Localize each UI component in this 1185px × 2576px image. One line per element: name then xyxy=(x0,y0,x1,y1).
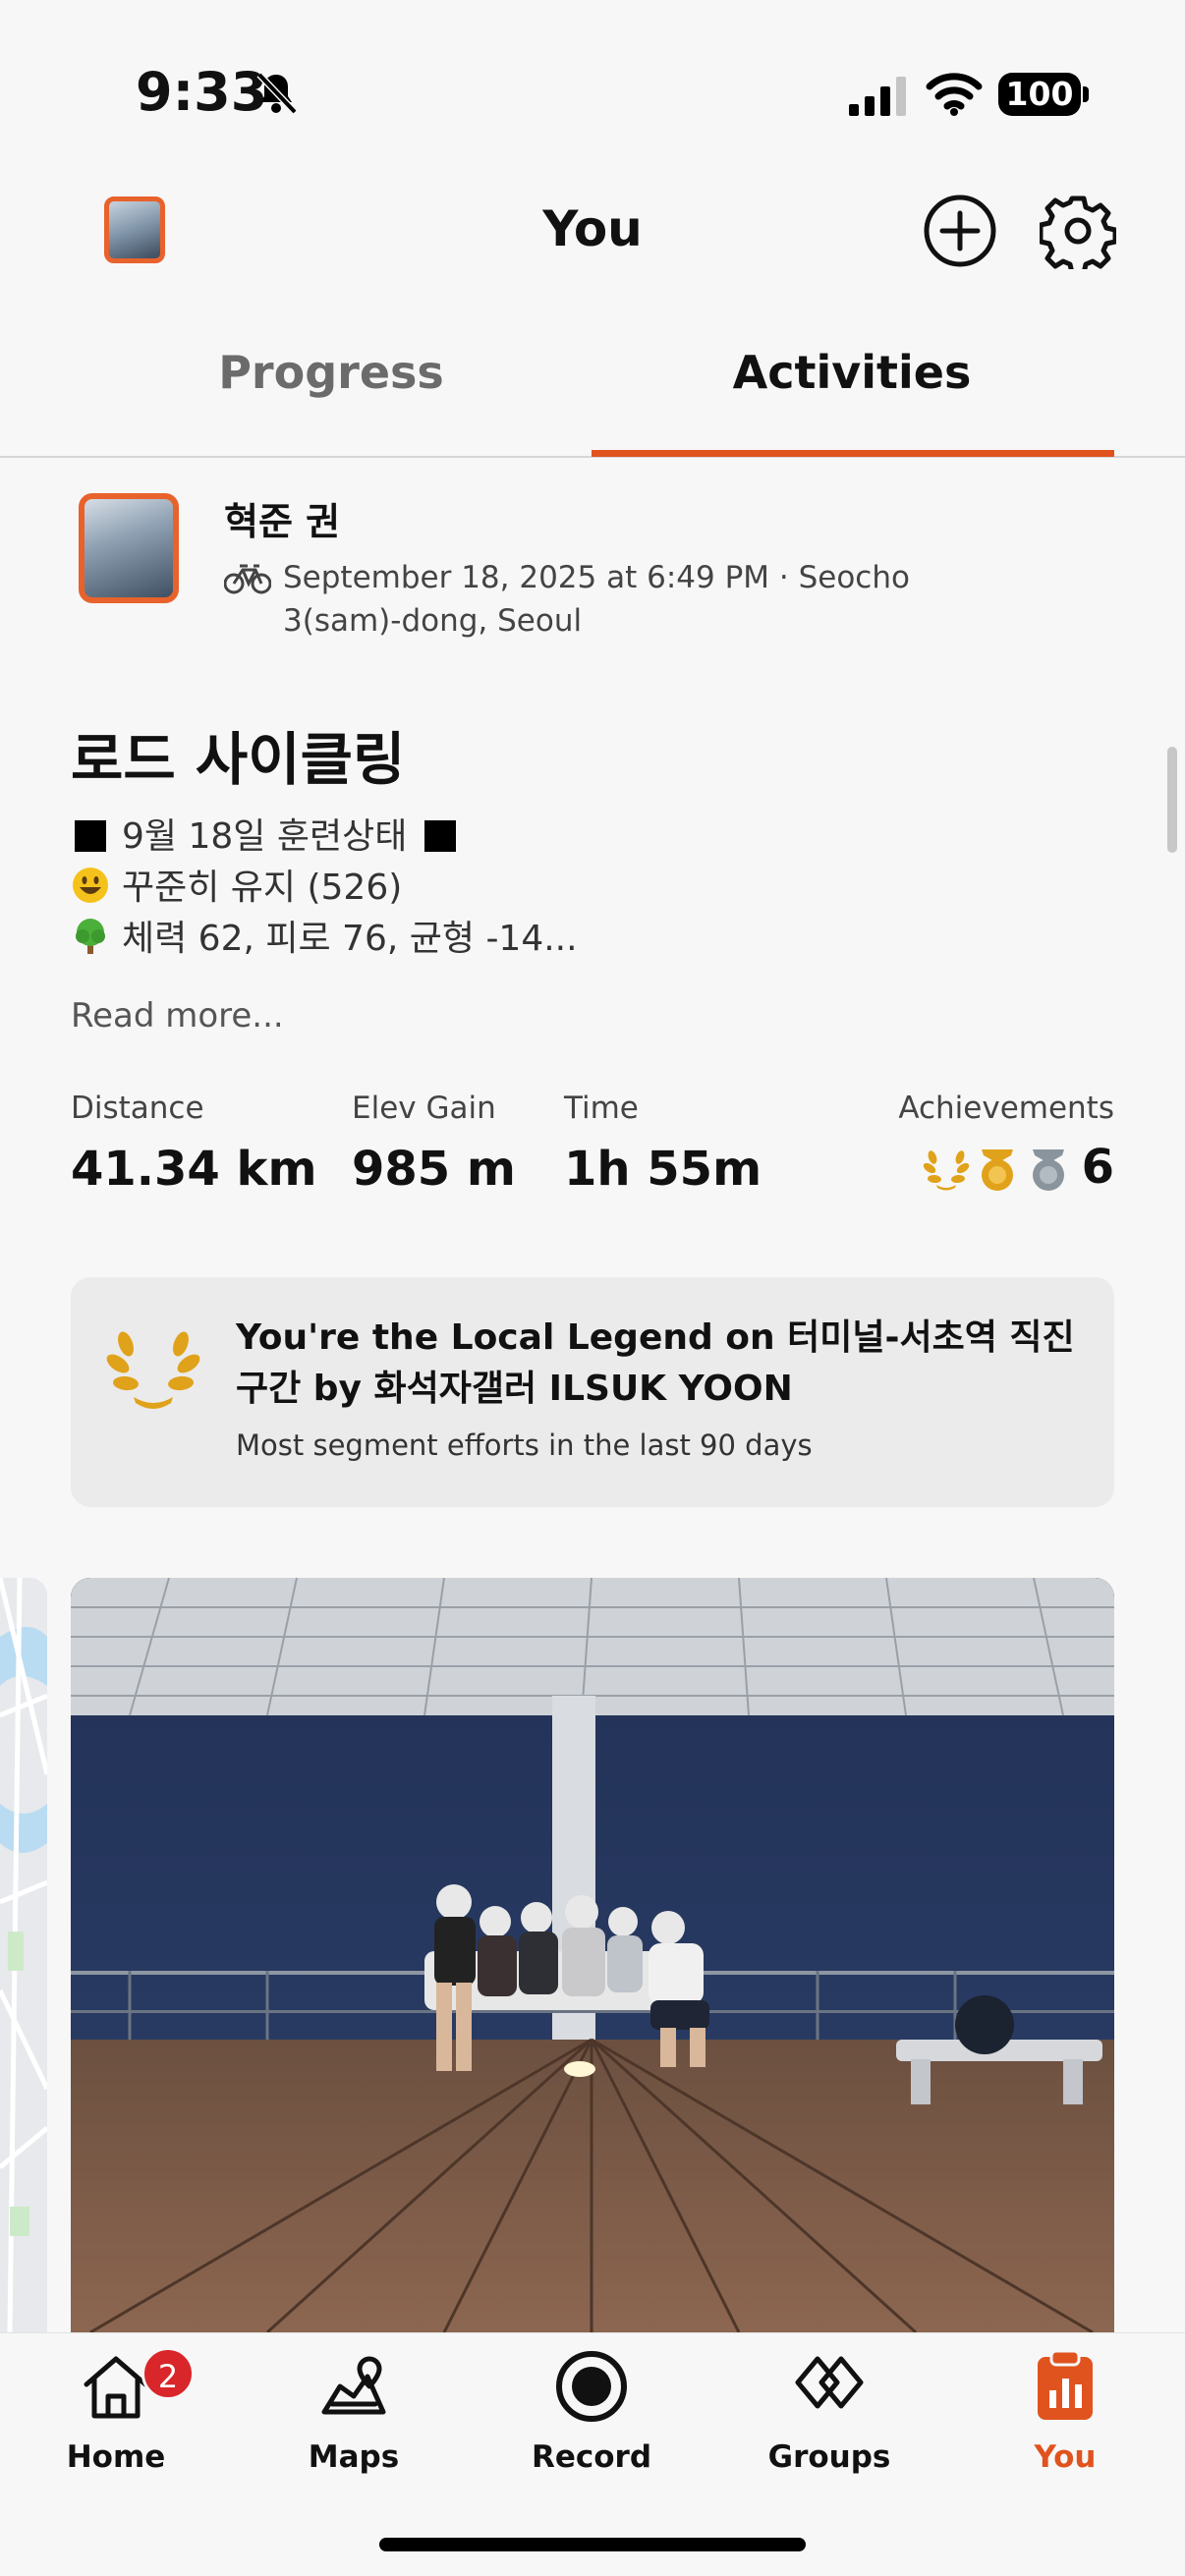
athlete-name[interactable]: 혁준 권 xyxy=(224,491,340,545)
activity-meta: September 18, 2025 at 6:49 PM · Seocho 3… xyxy=(283,560,910,639)
nav-groups[interactable]: Groups xyxy=(731,2347,928,2475)
tab-bar: Progress Activities xyxy=(0,324,1185,458)
local-legend-laurel-icon xyxy=(923,1150,969,1191)
group-photo-image xyxy=(71,1578,1114,2332)
scrollbar[interactable] xyxy=(1167,747,1177,853)
gear-icon[interactable] xyxy=(1040,193,1116,269)
groups-icon xyxy=(795,2356,864,2409)
gold-trophy-icon xyxy=(981,1149,1013,1191)
tab-activities[interactable]: Activities xyxy=(592,346,1112,399)
smile-emoji-icon xyxy=(73,868,108,903)
battery-indicator: 100 xyxy=(998,73,1089,116)
activity-description: 9월 18일 훈련상태 꾸준히 유지 (526) 체력 62, 피로 76, 균… xyxy=(71,812,578,965)
nav-you[interactable]: You xyxy=(967,2347,1163,2475)
local-legend-laurel-icon xyxy=(106,1331,200,1409)
activity-title[interactable]: 로드 사이클링 xyxy=(71,713,405,796)
you-clipboard-icon xyxy=(1038,2349,1093,2420)
status-bar: 9:33 100 xyxy=(0,0,1185,187)
nav-record[interactable]: Record xyxy=(493,2347,690,2475)
tree-emoji-icon xyxy=(76,919,105,954)
achievements-row[interactable]: 6 xyxy=(923,1140,1114,1195)
home-indicator[interactable] xyxy=(379,2538,806,2551)
map-graphic xyxy=(0,1578,47,2332)
bottom-nav: Home 2 Maps Record Groups You xyxy=(0,2332,1185,2576)
bell-muted-icon xyxy=(256,72,298,115)
elev-gain-value: 985 m xyxy=(352,1142,516,1197)
time-value: 1h 55m xyxy=(564,1142,762,1197)
home-icon xyxy=(84,2356,148,2419)
page-title: You xyxy=(542,200,643,257)
wifi-icon xyxy=(926,73,983,116)
elev-gain-label: Elev Gain xyxy=(352,1091,496,1126)
active-tab-indicator xyxy=(592,450,1114,457)
description-text: 체력 62, 피로 76, 균형 -14... xyxy=(122,919,578,959)
nav-maps-label: Maps xyxy=(308,2439,400,2475)
route-map-thumbnail[interactable] xyxy=(0,1578,47,2332)
add-icon[interactable] xyxy=(922,193,998,269)
activity-photo[interactable] xyxy=(71,1578,1114,2332)
description-line: 꾸준히 유지 (526) xyxy=(71,863,578,914)
description-text: 9월 18일 훈련상태 xyxy=(122,816,408,857)
description-line: 체력 62, 피로 76, 균형 -14... xyxy=(71,914,578,965)
tab-progress[interactable]: Progress xyxy=(71,346,592,399)
silver-trophy-icon xyxy=(1032,1149,1064,1191)
description-text: 꾸준히 유지 (526) xyxy=(122,868,403,908)
nav-home-label: Home xyxy=(66,2439,166,2475)
nav-record-label: Record xyxy=(531,2439,652,2475)
black-square-icon xyxy=(75,820,106,852)
record-icon xyxy=(556,2351,627,2422)
local-legend-card[interactable]: You're the Local Legend on 터미널-서초역 직진구간 … xyxy=(71,1277,1114,1507)
read-more-link[interactable]: Read more... xyxy=(71,996,284,1036)
nav-home[interactable]: Home 2 xyxy=(18,2347,214,2475)
nav-groups-label: Groups xyxy=(767,2439,891,2475)
notification-badge: 2 xyxy=(141,2347,195,2400)
distance-value: 41.34 km xyxy=(71,1142,317,1197)
black-square-icon xyxy=(424,820,457,852)
bike-icon xyxy=(224,564,271,594)
time-label: Time xyxy=(564,1091,639,1126)
nav-maps[interactable]: Maps xyxy=(255,2347,452,2475)
local-legend-title: You're the Local Legend on 터미널-서초역 직진구간 … xyxy=(236,1317,1075,1409)
description-line: 9월 18일 훈련상태 xyxy=(71,812,578,863)
distance-label: Distance xyxy=(71,1091,204,1126)
athlete-avatar[interactable] xyxy=(79,493,179,603)
achievements-count: 6 xyxy=(1081,1140,1114,1195)
status-time: 9:33 xyxy=(136,61,268,123)
signal-icon xyxy=(849,77,906,116)
achievements-label: Achievements xyxy=(898,1091,1114,1126)
maps-icon xyxy=(321,2356,386,2415)
local-legend-subtitle: Most segment efforts in the last 90 days xyxy=(236,1428,813,1462)
nav-you-label: You xyxy=(1034,2439,1097,2475)
